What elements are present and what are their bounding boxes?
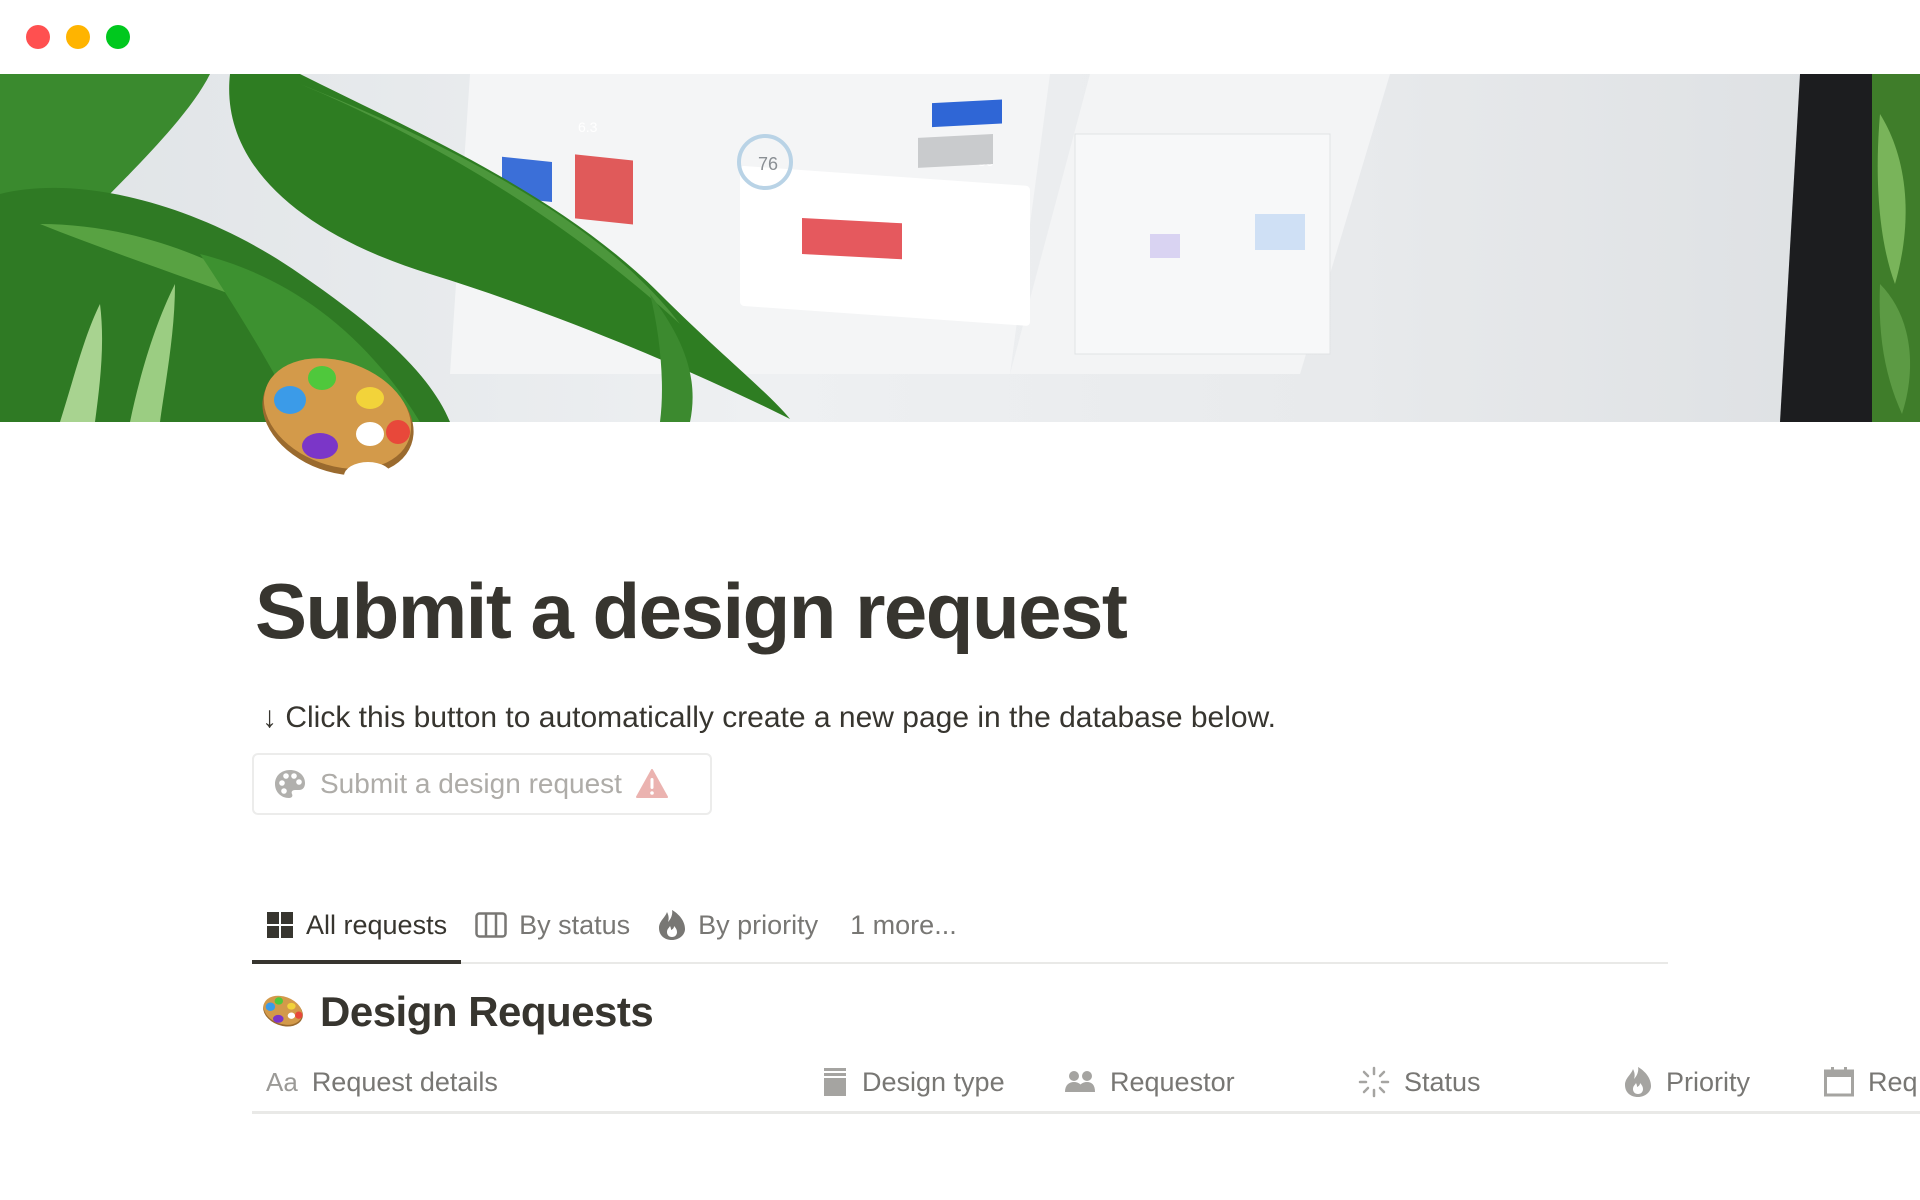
fire-icon <box>659 910 686 940</box>
database-title[interactable]: Design Requests <box>262 988 654 1036</box>
column-status[interactable]: Status <box>1358 1062 1481 1102</box>
column-label: Req <box>1868 1066 1918 1097</box>
fire-icon <box>1625 1067 1651 1097</box>
column-label: Request details <box>311 1066 498 1097</box>
column-priority[interactable]: Priority <box>1624 1062 1750 1102</box>
column-design-type[interactable]: Design type <box>822 1062 1005 1102</box>
page-icon-artist-palette[interactable] <box>258 356 418 490</box>
text-aa-icon: Aa <box>266 1066 298 1097</box>
status-spinner-icon <box>1358 1066 1390 1098</box>
cover-number: 62 <box>968 191 984 207</box>
palette-icon <box>275 770 305 798</box>
minimize-window-button[interactable] <box>66 25 90 49</box>
close-window-button[interactable] <box>26 25 50 49</box>
grid-icon <box>267 912 293 938</box>
column-label: Design type <box>862 1066 1005 1097</box>
table-header: Aa Request details Design type Requestor <box>252 1054 1920 1114</box>
window-titlebar <box>0 0 1920 74</box>
tab-by-priority[interactable]: By priority <box>644 898 832 952</box>
view-tabs: All requests By status By priority 1 mor… <box>252 898 1668 964</box>
artist-palette-icon <box>262 358 414 490</box>
cover-number: 76 <box>758 154 778 174</box>
database-title-text: Design Requests <box>320 988 654 1035</box>
tab-label: By priority <box>698 909 819 940</box>
select-icon <box>824 1068 846 1096</box>
artist-palette-icon <box>263 995 303 1027</box>
column-label: Priority <box>1666 1066 1751 1097</box>
column-request-date[interactable]: Req <box>1824 1062 1918 1102</box>
cover-number: 6.3 <box>578 119 598 135</box>
warning-icon <box>635 769 668 798</box>
tab-label: 1 more... <box>850 909 957 940</box>
tab-label: All requests <box>306 909 448 940</box>
tab-by-status[interactable]: By status <box>461 898 644 952</box>
tab-all-requests[interactable]: All requests <box>252 898 462 964</box>
board-icon <box>475 912 507 938</box>
calendar-icon <box>1824 1067 1854 1097</box>
maximize-window-button[interactable] <box>106 25 130 49</box>
page-title: Submit a design request <box>255 567 1128 655</box>
submit-design-request-button[interactable]: Submit a design request <box>252 753 712 815</box>
people-icon <box>1065 1071 1095 1092</box>
page-description: ↓ Click this button to automatically cre… <box>262 701 1276 734</box>
column-label: Status <box>1404 1066 1481 1097</box>
submit-button-label: Submit a design request <box>320 768 622 799</box>
column-label: Requestor <box>1110 1066 1235 1097</box>
tab-label: By status <box>519 909 631 940</box>
column-requestor[interactable]: Requestor <box>1064 1062 1235 1102</box>
tab-more-views[interactable]: 1 more... <box>832 898 971 952</box>
column-request-details[interactable]: Aa Request details <box>266 1062 498 1102</box>
